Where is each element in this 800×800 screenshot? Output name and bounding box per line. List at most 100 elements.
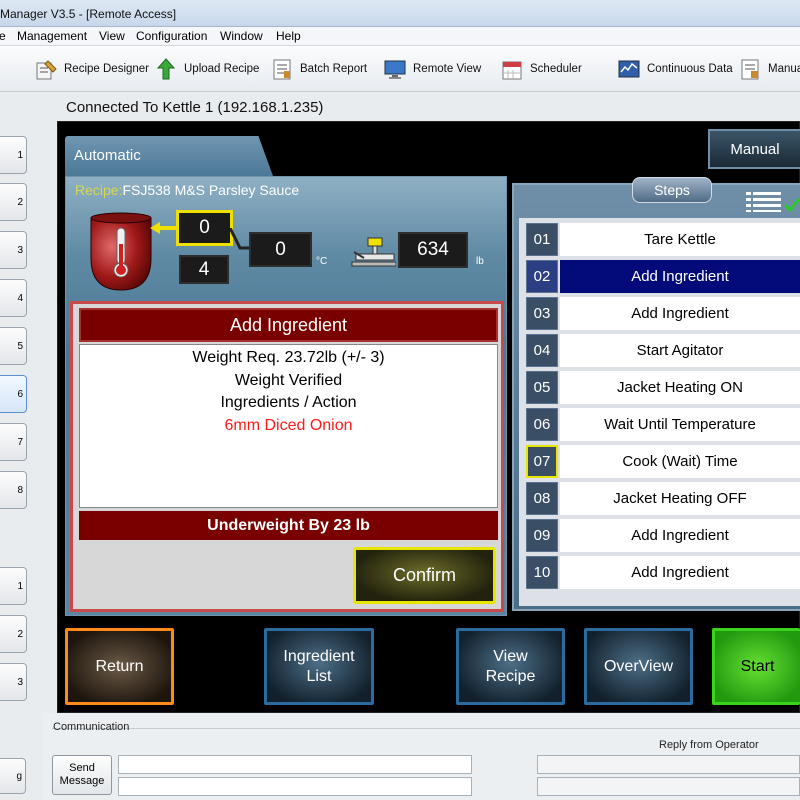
instruction-weight-verified: Weight Verified: [234, 372, 343, 389]
manual-toolbar-button[interactable]: Manual: [738, 54, 800, 84]
confirm-button[interactable]: Confirm: [353, 547, 496, 604]
overview-button[interactable]: OverView: [584, 628, 693, 705]
step-row-06[interactable]: 06 Wait Until Temperature: [526, 408, 800, 441]
manual-icon: [741, 59, 759, 80]
connector-line: [230, 228, 250, 250]
step-number: 01: [526, 223, 558, 256]
remote-view-button[interactable]: Remote View: [383, 54, 481, 84]
step-label: Jacket Heating OFF: [560, 482, 800, 515]
side-button-bottom[interactable]: g: [0, 758, 26, 794]
menu-configuration[interactable]: Configuration: [136, 29, 207, 43]
batch-report-button[interactable]: Batch Report: [270, 54, 367, 84]
step-number: 06: [526, 408, 558, 441]
kettle-button-6[interactable]: 6: [0, 375, 27, 413]
step-label: Wait Until Temperature: [560, 408, 800, 441]
weight-readout: 634: [398, 232, 468, 268]
tab-automatic[interactable]: Automatic: [65, 136, 273, 176]
menu-management[interactable]: Management: [17, 29, 87, 43]
group-button-1[interactable]: 1: [0, 567, 27, 605]
menu-help[interactable]: Help: [276, 29, 301, 43]
recipe-label: Recipe:FSJ538 M&S Parsley Sauce: [75, 182, 299, 198]
recipe-label-text: Recipe:: [75, 182, 123, 198]
step-row-03[interactable]: 03 Add Ingredient: [526, 297, 800, 330]
kettle-button-4[interactable]: 4: [0, 279, 27, 317]
send-message-button[interactable]: Send Message: [52, 755, 112, 795]
send-label-1: Send: [69, 762, 95, 774]
message-input-2[interactable]: [118, 777, 472, 796]
step-label: Add Ingredient: [560, 519, 800, 552]
instruction-title: Add Ingredient: [79, 308, 498, 342]
instruction-ingredient-name: 6mm Diced Onion: [224, 417, 353, 434]
checkmark-icon: [784, 198, 800, 213]
view-recipe-label-1: View: [493, 647, 528, 665]
batch-report-icon: [273, 59, 291, 80]
kettle-button-5[interactable]: 5: [0, 327, 27, 365]
title-bar: Manager V3.5 - [Remote Access]: [0, 0, 800, 27]
kettle-button-8[interactable]: 8: [0, 471, 27, 509]
step-row-05[interactable]: 05 Jacket Heating ON: [526, 371, 800, 404]
step-row-07[interactable]: 07 Cook (Wait) Time: [526, 445, 800, 478]
group-button-3[interactable]: 3: [0, 663, 27, 701]
toolbar: Recipe Designer Upload Recipe Batch Repo…: [0, 46, 800, 92]
step-number: 07: [526, 445, 558, 478]
manual-mode-button[interactable]: Manual: [708, 129, 800, 169]
manual-toolbar-label: Manual: [768, 63, 800, 75]
scheduler-label: Scheduler: [530, 63, 582, 75]
step-row-08[interactable]: 08 Jacket Heating OFF: [526, 482, 800, 515]
step-number: 08: [526, 482, 558, 515]
reply-field: [537, 755, 800, 774]
step-number: 03: [526, 297, 558, 330]
communication-divider: [52, 728, 800, 729]
kettle-button-7[interactable]: 7: [0, 423, 27, 461]
menu-bar: e Management View Configuration Window H…: [0, 27, 800, 46]
communication-label: Communication: [53, 721, 130, 733]
step-label: Tare Kettle: [560, 223, 800, 256]
recipe-name: FSJ538 M&S Parsley Sauce: [122, 182, 300, 198]
step-number: 09: [526, 519, 558, 552]
ingredient-list-label-1: Ingredient: [283, 647, 355, 665]
steps-title: Steps: [632, 177, 712, 203]
return-button[interactable]: Return: [65, 628, 174, 705]
connection-status: Connected To Kettle 1 (192.168.1.235): [66, 99, 324, 116]
start-button[interactable]: Start: [712, 628, 800, 705]
continuous-data-button[interactable]: Continuous Data: [617, 54, 733, 84]
recipe-designer-button[interactable]: Recipe Designer: [34, 54, 149, 84]
kettle-button-3[interactable]: 3: [0, 231, 27, 269]
step-row-04[interactable]: 04 Start Agitator: [526, 334, 800, 367]
reply-label: Reply from Operator: [659, 739, 759, 751]
instruction-weight-required: Weight Req. 23.72lb (+/- 3): [192, 349, 385, 366]
upload-recipe-button[interactable]: Upload Recipe: [154, 54, 259, 84]
scheduler-button[interactable]: Scheduler: [500, 54, 582, 84]
step-row-01[interactable]: 01 Tare Kettle: [526, 223, 800, 256]
kettle-button-2[interactable]: 2: [0, 183, 27, 221]
menu-file[interactable]: e: [0, 29, 6, 43]
step-row-02[interactable]: 02 Add Ingredient: [526, 260, 800, 293]
step-label: Cook (Wait) Time: [560, 445, 800, 478]
monitor-icon: [384, 60, 406, 79]
message-input[interactable]: [118, 755, 472, 774]
batch-report-label: Batch Report: [300, 63, 368, 75]
view-recipe-button[interactable]: View Recipe: [456, 628, 565, 705]
group-button-2[interactable]: 2: [0, 615, 27, 653]
scale-icon: [351, 237, 396, 267]
step-number: 02: [526, 260, 558, 293]
send-label-2: Message: [59, 775, 105, 787]
upload-arrow-icon: [156, 58, 176, 80]
step-number: 05: [526, 371, 558, 404]
recipe-designer-icon: [36, 60, 57, 80]
view-recipe-label-2: Recipe: [485, 667, 536, 685]
instruction-ingredients-action: Ingredients / Action: [220, 394, 357, 411]
continuous-data-label: Continuous Data: [647, 63, 733, 75]
kettle-button-1[interactable]: 1: [0, 136, 27, 174]
step-row-09[interactable]: 09 Add Ingredient: [526, 519, 800, 552]
menu-view[interactable]: View: [99, 29, 125, 43]
step-number: 04: [526, 334, 558, 367]
step-row-10[interactable]: 10 Add Ingredient: [526, 556, 800, 589]
arrow-left-icon: [150, 222, 178, 234]
ingredient-list-button[interactable]: Ingredient List: [264, 628, 374, 705]
kettle-icon: [90, 212, 152, 291]
step-label: Start Agitator: [560, 334, 800, 367]
step-label: Add Ingredient: [560, 260, 800, 293]
menu-window[interactable]: Window: [220, 29, 263, 43]
list-icon[interactable]: [746, 191, 782, 213]
